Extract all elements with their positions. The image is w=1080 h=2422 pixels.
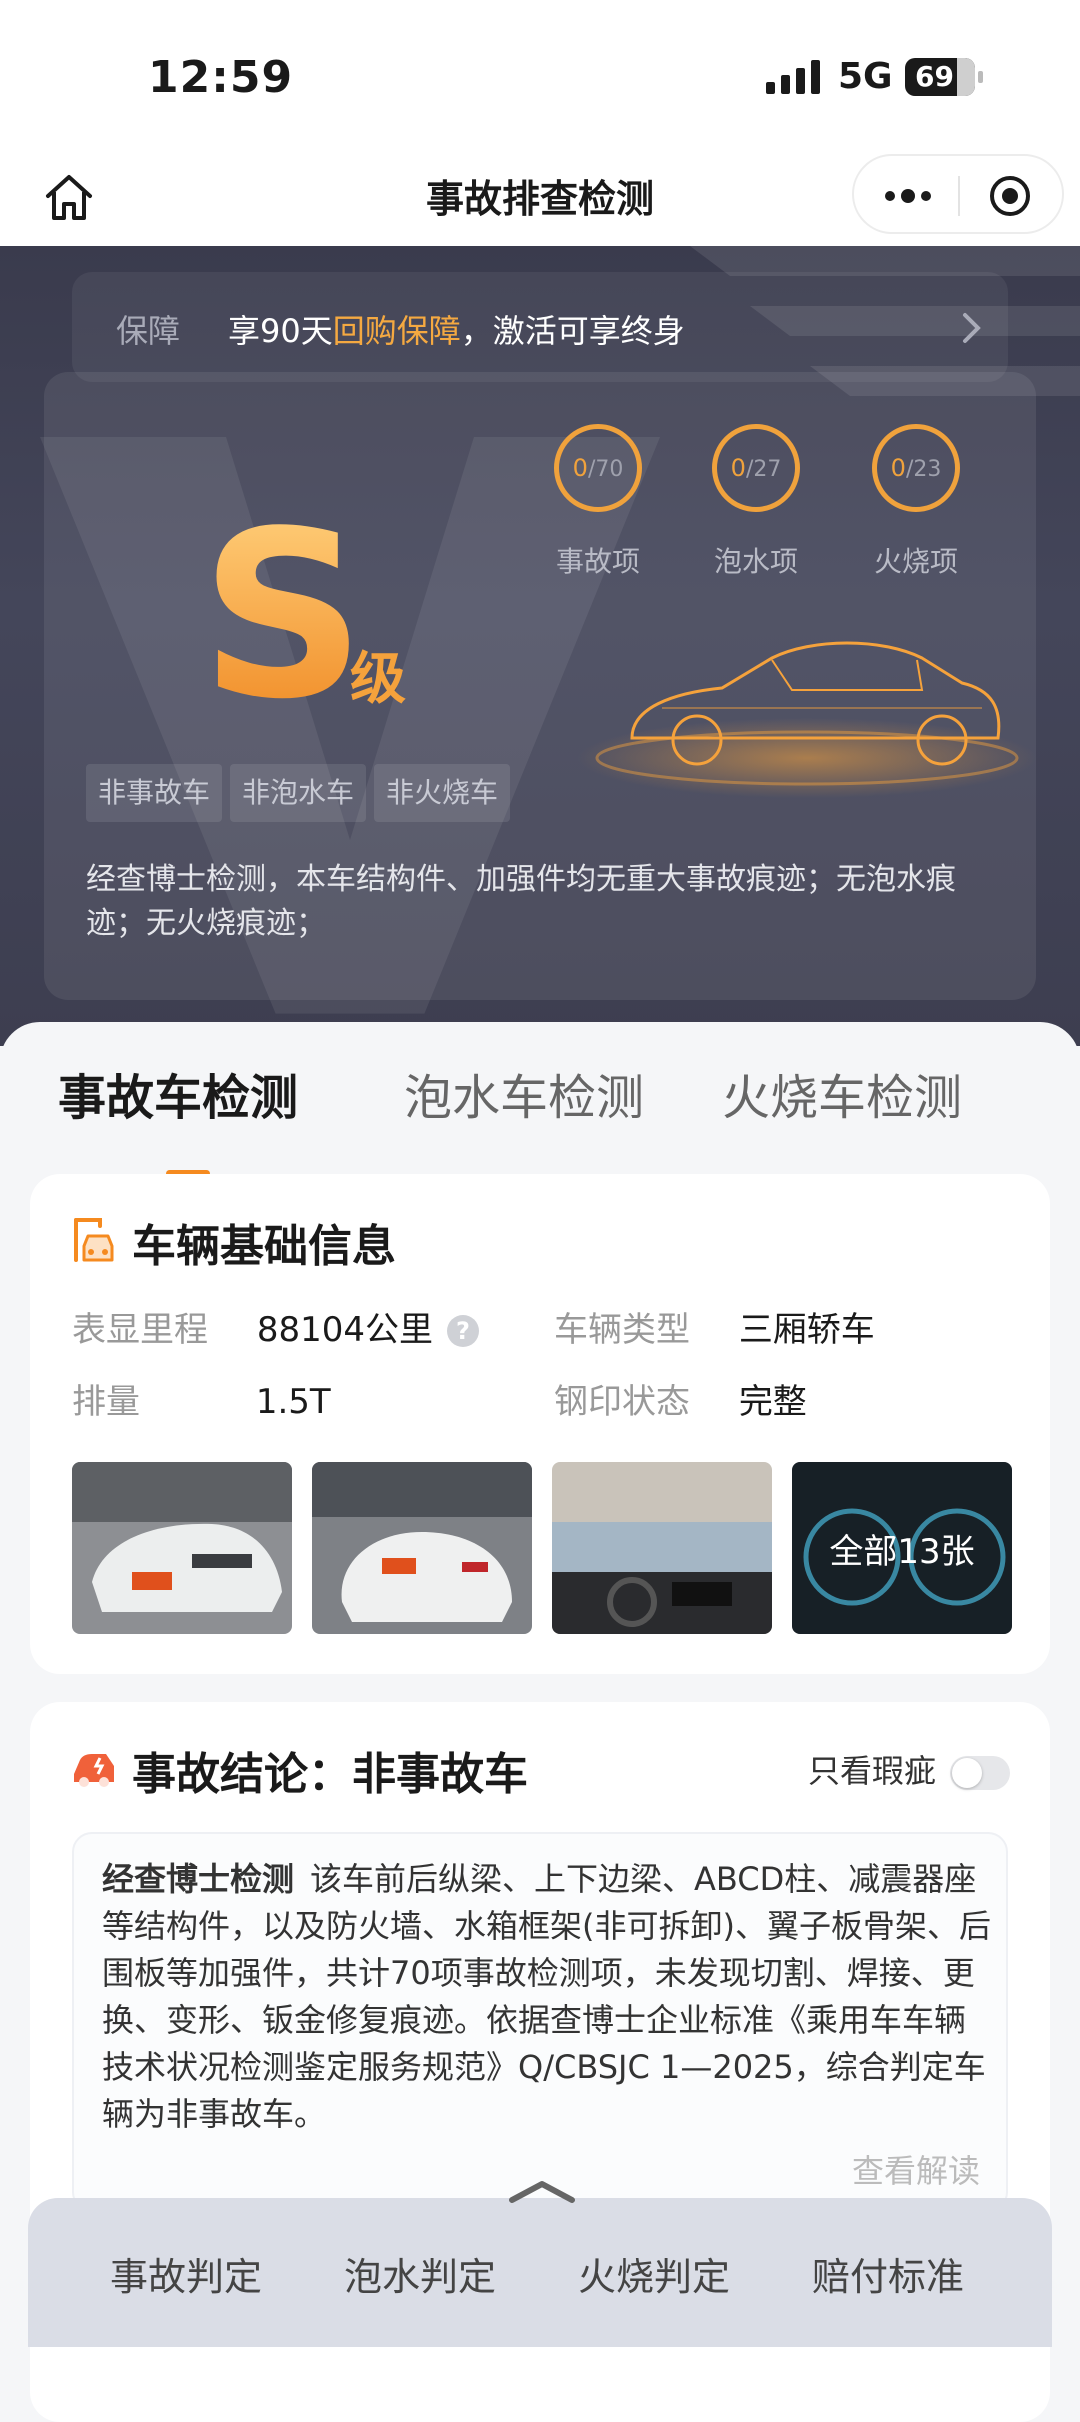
counter-fire-total: /23: [905, 457, 942, 482]
tag-non-fire: 非火烧车: [374, 764, 511, 822]
steel-stamp-row: 钢印状态 完整: [554, 1374, 807, 1423]
guarantee-text-before: 享90天: [228, 312, 333, 350]
all-photos-button[interactable]: 全部13张: [792, 1462, 1012, 1634]
defects-only-toggle[interactable]: [950, 1756, 1010, 1790]
tab-flood-check[interactable]: 泡水车检测: [404, 1058, 644, 1128]
summary-text: 经查博士检测，本车结构件、加强件均无重大事故痕迹；无泡水痕迹；无火烧痕迹；: [86, 862, 956, 941]
conclusion-title: 事故结论：非事故车: [132, 1749, 528, 1800]
close-target-icon[interactable]: [988, 174, 1032, 218]
mini-program-capsule: [852, 154, 1064, 234]
defects-only-filter: 只看瑕疵: [808, 1746, 1010, 1792]
detail-panel: 事故车检测 泡水车检测 火烧车检测 车辆基础信息 表显里程 88104公里? 车…: [0, 1022, 1080, 2422]
counter-flood-label: 泡水项: [713, 545, 798, 578]
guarantee-highlight: 回购保障: [332, 312, 461, 350]
guarantee-banner[interactable]: 保障 享90天回购保障，激活可享终身: [72, 272, 1008, 382]
tab-accident-check[interactable]: 事故车检测: [58, 1058, 298, 1128]
quick-nav-compensation[interactable]: 赔付标准: [812, 2246, 964, 2301]
photo-thumb-interior[interactable]: [552, 1462, 772, 1634]
battery-icon: 69: [905, 58, 983, 96]
grade-card: S 级 0/70 事故项 0/27 泡水项 0/23 火烧项 非事故车 非泡水车非…: [44, 372, 1037, 1000]
network-type: 5G: [838, 56, 893, 97]
quick-nav-fire[interactable]: 火烧判定: [578, 2246, 730, 2301]
steel-stamp-label: 钢印状态: [554, 1382, 690, 1422]
guarantee-text: 享90天回购保障，激活可享终身: [228, 306, 685, 352]
car-document-icon: [74, 1218, 114, 1262]
counter-accident-total: /70: [587, 457, 624, 482]
nav-bar: 事故排查检测: [0, 150, 1080, 246]
counter-accident-ring: 0/70: [554, 424, 642, 512]
tag-non-accident: 非事故车: [86, 764, 223, 822]
photo-thumb-dashboard[interactable]: 全部13张: [792, 1462, 1012, 1634]
mileage-label: 表显里程: [72, 1310, 208, 1350]
guarantee-text-after: ，激活可享终身: [460, 312, 685, 350]
battery-level: 69: [915, 60, 954, 93]
mileage-row: 表显里程 88104公里?: [72, 1302, 479, 1351]
photo-thumb-rear[interactable]: [312, 1462, 532, 1634]
grade-letter: S: [200, 483, 366, 750]
help-icon[interactable]: ?: [446, 1315, 479, 1347]
vehicle-type-row: 车辆类型 三厢轿车: [554, 1302, 875, 1351]
chevron-up-icon[interactable]: [506, 2176, 578, 2206]
conclusion-body: 经查博士检测 该车前后纵梁、上下边梁、ABCD柱、减震器座等结构件，以及防火墙、水…: [102, 1856, 992, 2138]
counter-fire-count: 0: [890, 454, 906, 482]
chevron-right-icon: [963, 313, 981, 343]
counter-flood-ring: 0/27: [712, 424, 800, 512]
counter-flood-count: 0: [730, 454, 746, 482]
counter-fire-label: 火烧项: [873, 545, 958, 578]
displacement-label: 排量: [72, 1382, 140, 1422]
steel-stamp-value: 完整: [738, 1382, 807, 1422]
tag-non-flood: 非泡水车: [230, 764, 367, 822]
displacement-row: 排量 1.5T: [72, 1374, 331, 1423]
defects-only-label: 只看瑕疵: [807, 1752, 936, 1790]
tab-fire-check[interactable]: 火烧车检测: [722, 1058, 962, 1128]
tab-bar: 事故车检测 泡水车检测 火烧车检测: [0, 1058, 1080, 1177]
conclusion-detail-box: 经查博士检测 该车前后纵梁、上下边梁、ABCD柱、减震器座等结构件，以及防火墙、水…: [72, 1832, 1008, 2212]
view-interpretation-link[interactable]: 查看解读: [852, 2146, 980, 2192]
inspection-brand-logo: 经查博士检测: [102, 1860, 295, 1898]
grade-unit: 级: [350, 647, 406, 712]
more-icon[interactable]: [882, 178, 934, 214]
vehicle-type-label: 车辆类型: [554, 1310, 690, 1350]
basic-info-title: 车辆基础信息: [132, 1221, 396, 1272]
photo-thumb-front[interactable]: [72, 1462, 292, 1634]
mileage-value: 88104公里: [256, 1310, 433, 1350]
car-wireframe-icon: [577, 641, 1037, 798]
report-hero: 保障 享90天回购保障，激活可享终身 S 级 0/70 事故项 0/27 泡水项…: [0, 246, 1080, 1046]
counter-fire-ring: 0/23: [872, 424, 960, 512]
car-crash-icon: [74, 1754, 114, 1787]
displacement-value: 1.5T: [255, 1382, 331, 1422]
vehicle-type-value: 三厢轿车: [738, 1310, 875, 1350]
quick-nav-accident[interactable]: 事故判定: [110, 2246, 262, 2301]
counter-accident-count: 0: [572, 454, 588, 482]
result-tags: 非事故车 非泡水车 非火烧车: [86, 764, 518, 822]
counter-accident-label: 事故项: [555, 545, 640, 578]
status-time: 12:59: [148, 52, 294, 103]
bottom-quick-nav: 事故判定 泡水判定 火烧判定 赔付标准: [28, 2181, 1052, 2347]
basic-info-card: 车辆基础信息 表显里程 88104公里? 车辆类型 三厢轿车 排量 1.5T 钢…: [30, 1174, 1050, 1674]
counter-flood-total: /27: [745, 457, 782, 482]
signal-icon: [766, 60, 820, 94]
guarantee-label: 保障: [116, 312, 181, 350]
quick-nav-flood[interactable]: 泡水判定: [344, 2246, 496, 2301]
status-bar: 12:59 5G 69: [0, 0, 1080, 150]
